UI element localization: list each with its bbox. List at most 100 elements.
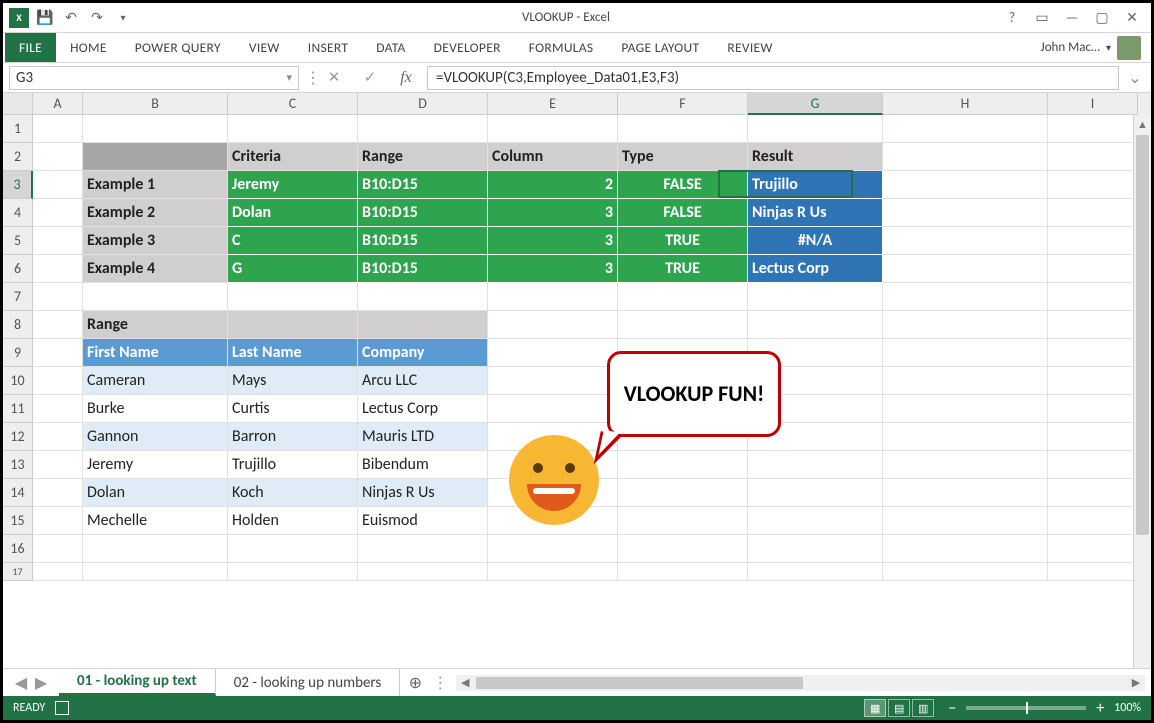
- cell[interactable]: [228, 115, 358, 143]
- cell[interactable]: [488, 311, 618, 339]
- horizontal-scrollbar[interactable]: ◀ ▶: [456, 675, 1145, 691]
- example-type[interactable]: FALSE: [618, 199, 748, 227]
- header-range[interactable]: Range: [358, 143, 488, 171]
- cell[interactable]: [1048, 283, 1138, 311]
- example-column[interactable]: 3: [488, 199, 618, 227]
- cell[interactable]: [33, 395, 83, 423]
- cell[interactable]: [883, 367, 1048, 395]
- cell[interactable]: [618, 283, 748, 311]
- row-header[interactable]: 11: [3, 395, 33, 423]
- tab-power-query[interactable]: POWER QUERY: [121, 33, 235, 62]
- scroll-up-icon[interactable]: ▲: [1134, 115, 1151, 133]
- sheet-nav-prev-icon[interactable]: ◀: [13, 673, 29, 693]
- example-type[interactable]: FALSE: [618, 171, 748, 199]
- header-type[interactable]: Type: [618, 143, 748, 171]
- zoom-slider[interactable]: [966, 706, 1086, 710]
- vertical-scrollbar[interactable]: ▲ ▼: [1133, 115, 1151, 693]
- col-header-F[interactable]: F: [618, 93, 748, 115]
- cell[interactable]: [748, 283, 883, 311]
- sheet-nav-next-icon[interactable]: ▶: [33, 673, 49, 693]
- tab-data[interactable]: DATA: [362, 33, 419, 62]
- cell[interactable]: [1048, 479, 1138, 507]
- table-cell[interactable]: Curtis: [228, 395, 358, 423]
- tab-view[interactable]: VIEW: [235, 33, 294, 62]
- cell[interactable]: [883, 395, 1048, 423]
- zoom-in-icon[interactable]: +: [1096, 699, 1104, 718]
- close-icon[interactable]: ✕: [1119, 7, 1145, 29]
- col-header-B[interactable]: B: [83, 93, 228, 115]
- cell[interactable]: [83, 115, 228, 143]
- cell[interactable]: [33, 479, 83, 507]
- table-header-first[interactable]: First Name: [83, 339, 228, 367]
- table-cell[interactable]: Koch: [228, 479, 358, 507]
- table-cell[interactable]: Mechelle: [83, 507, 228, 535]
- table-cell[interactable]: Jeremy: [83, 451, 228, 479]
- table-cell[interactable]: Cameran: [83, 367, 228, 395]
- example-label[interactable]: Example 4: [83, 255, 228, 283]
- example-column[interactable]: 2: [488, 171, 618, 199]
- table-header-company[interactable]: Company: [358, 339, 488, 367]
- cell[interactable]: [748, 563, 883, 581]
- cell[interactable]: [748, 311, 883, 339]
- example-criteria[interactable]: Jeremy: [228, 171, 358, 199]
- cell[interactable]: [748, 451, 883, 479]
- add-sheet-icon[interactable]: ⊕: [400, 669, 430, 696]
- cell[interactable]: [1048, 563, 1138, 581]
- cell[interactable]: [883, 227, 1048, 255]
- row-header[interactable]: 2: [3, 143, 33, 171]
- cell[interactable]: [883, 507, 1048, 535]
- cell[interactable]: [33, 423, 83, 451]
- scroll-right-icon[interactable]: ▶: [1127, 675, 1145, 691]
- cell[interactable]: [228, 311, 358, 339]
- cell[interactable]: [488, 339, 618, 367]
- cell[interactable]: [883, 171, 1048, 199]
- col-header-I[interactable]: I: [1048, 93, 1138, 115]
- cancel-formula-icon[interactable]: ✕: [319, 66, 349, 90]
- ribbon-options-icon[interactable]: ▭: [1029, 7, 1055, 29]
- view-page-layout-icon[interactable]: ▤: [888, 699, 910, 717]
- row-header[interactable]: 8: [3, 311, 33, 339]
- header-criteria[interactable]: Criteria: [228, 143, 358, 171]
- example-result[interactable]: #N/A: [748, 227, 883, 255]
- example-criteria[interactable]: Dolan: [228, 199, 358, 227]
- cell[interactable]: [228, 283, 358, 311]
- cell[interactable]: [883, 115, 1048, 143]
- cell[interactable]: [1048, 199, 1138, 227]
- example-column[interactable]: 3: [488, 255, 618, 283]
- cell[interactable]: [883, 199, 1048, 227]
- cell[interactable]: [228, 563, 358, 581]
- example-result[interactable]: Ninjas R Us: [748, 199, 883, 227]
- tab-formulas[interactable]: FORMULAS: [515, 33, 608, 62]
- table-cell[interactable]: Arcu LLC: [358, 367, 488, 395]
- cell[interactable]: [1048, 143, 1138, 171]
- row-header[interactable]: 17: [3, 563, 33, 581]
- row-header[interactable]: 10: [3, 367, 33, 395]
- cell[interactable]: [83, 535, 228, 563]
- macro-record-icon[interactable]: [55, 701, 69, 715]
- cell[interactable]: [228, 535, 358, 563]
- cell[interactable]: [618, 535, 748, 563]
- name-box-dropdown-icon[interactable]: ▾: [286, 71, 292, 84]
- tab-developer[interactable]: DEVELOPER: [420, 33, 515, 62]
- cell[interactable]: [1048, 227, 1138, 255]
- cell[interactable]: [883, 339, 1048, 367]
- cell[interactable]: [33, 171, 83, 199]
- col-header-D[interactable]: D: [358, 93, 488, 115]
- cell[interactable]: [1048, 535, 1138, 563]
- example-type[interactable]: TRUE: [618, 255, 748, 283]
- cell[interactable]: [1048, 423, 1138, 451]
- table-cell[interactable]: Bibendum: [358, 451, 488, 479]
- save-icon[interactable]: 💾: [35, 8, 55, 28]
- cell[interactable]: [358, 311, 488, 339]
- example-range[interactable]: B10:D15: [358, 171, 488, 199]
- col-header-H[interactable]: H: [883, 93, 1048, 115]
- cell[interactable]: [488, 395, 618, 423]
- table-cell[interactable]: Ninjas R Us: [358, 479, 488, 507]
- tab-insert[interactable]: INSERT: [294, 33, 363, 62]
- header-column[interactable]: Column: [488, 143, 618, 171]
- cell[interactable]: [33, 115, 83, 143]
- example-type[interactable]: TRUE: [618, 227, 748, 255]
- cell[interactable]: [748, 115, 883, 143]
- cell[interactable]: [33, 227, 83, 255]
- cell[interactable]: [33, 367, 83, 395]
